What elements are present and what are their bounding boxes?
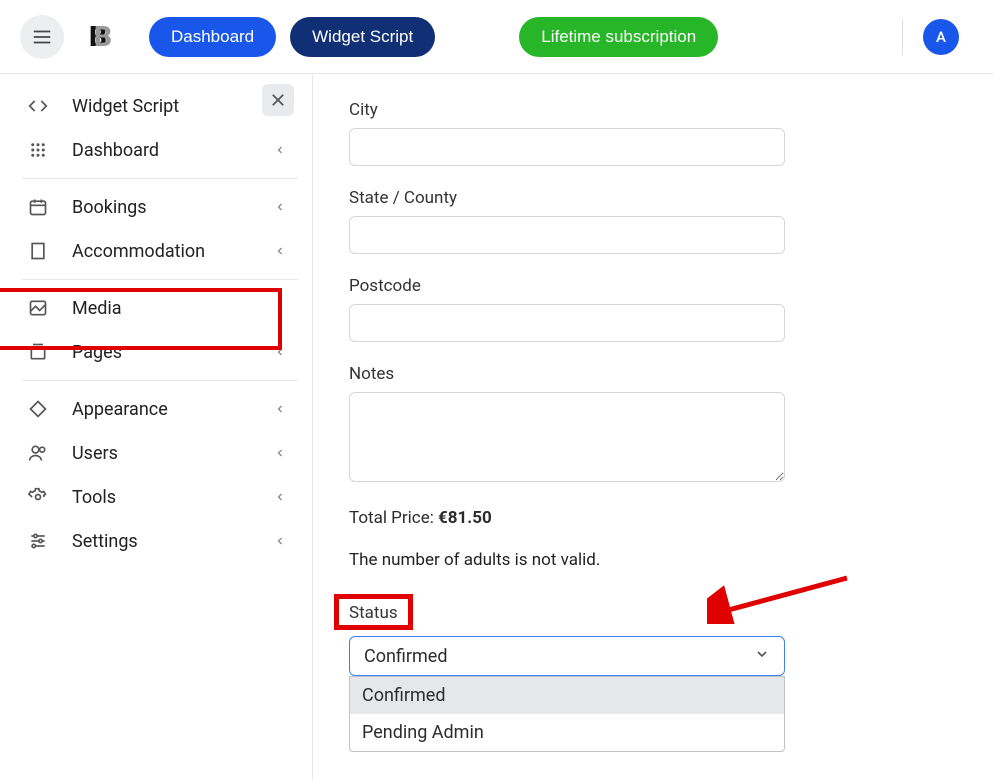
chevron-left-icon [274,241,286,262]
status-dropdown: Confirmed Pending Admin [349,676,785,752]
sidebar-item-label: Tools [72,487,116,508]
sidebar-item-label: Bookings [72,197,147,218]
sidebar-item-label: Widget Script [72,96,179,117]
building-icon [22,235,54,267]
dashboard-button[interactable]: Dashboard [149,17,276,57]
gear-icon [22,481,54,513]
sidebar-item-label: Pages [72,342,122,363]
sidebar-item-label: Accommodation [72,241,205,262]
sliders-icon [22,525,54,557]
logo: BB [89,20,111,53]
main-content: City State / County Postcode Notes Total… [313,74,993,780]
sidebar-item-users[interactable]: Users [22,431,298,475]
city-input[interactable] [349,128,785,166]
sidebar-item-accommodation[interactable]: Accommodation [22,229,298,273]
header-divider [902,19,903,55]
sidebar-item-tools[interactable]: Tools [22,475,298,519]
sidebar-item-appearance[interactable]: Appearance [22,387,298,431]
calendar-icon [22,191,54,223]
sidebar-item-settings[interactable]: Settings [22,519,298,563]
postcode-input[interactable] [349,304,785,342]
sidebar-item-label: Dashboard [72,140,159,161]
state-label: State / County [349,188,957,208]
notes-textarea[interactable] [349,392,785,482]
annotation-arrow [707,574,857,624]
sidebar-item-label: Media [72,298,122,319]
chevron-left-icon [274,399,286,420]
city-label: City [349,100,957,120]
chevron-left-icon [274,140,286,161]
status-selected-value: Confirmed [364,646,447,667]
code-icon [22,90,54,122]
chevron-left-icon [274,197,286,218]
postcode-label: Postcode [349,276,957,296]
total-price: Total Price: €81.50 [349,508,957,528]
sidebar-item-pages[interactable]: Pages [22,330,298,374]
validation-message: The number of adults is not valid. [349,550,957,570]
sidebar-item-bookings[interactable]: Bookings [22,185,298,229]
sidebar-item-widget-script[interactable]: Widget Script [22,84,298,128]
status-label: Status [349,603,398,623]
status-option-pending-admin[interactable]: Pending Admin [350,714,784,751]
status-select[interactable]: Confirmed [349,636,785,676]
lifetime-subscription-button[interactable]: Lifetime subscription [519,17,718,57]
sidebar-item-dashboard[interactable]: Dashboard [22,128,298,172]
annotation-highlight-status-label: Status [334,594,413,630]
layers-icon [22,336,54,368]
chevron-left-icon [274,443,286,464]
hamburger-menu-button[interactable] [20,15,64,59]
avatar[interactable]: A [923,19,959,55]
chevron-left-icon [274,487,286,508]
image-icon [22,292,54,324]
users-icon [22,437,54,469]
sidebar-item-media[interactable]: Media [22,286,298,330]
chevron-left-icon [274,298,286,319]
chevron-left-icon [274,531,286,552]
header: BB Dashboard Widget Script Lifetime subs… [0,0,993,74]
sidebar-item-label: Users [72,443,118,464]
notes-label: Notes [349,364,957,384]
state-input[interactable] [349,216,785,254]
sidebar-item-label: Settings [72,531,138,552]
status-option-confirmed[interactable]: Confirmed [350,677,784,714]
hamburger-icon [31,26,53,48]
sidebar: Widget Script Dashboard Bookings Accommo… [0,74,313,780]
grid-icon [22,134,54,166]
chevron-left-icon [274,342,286,363]
chevron-down-icon [754,646,770,667]
sidebar-item-label: Appearance [72,399,168,420]
paint-icon [22,393,54,425]
widget-script-button[interactable]: Widget Script [290,17,435,57]
